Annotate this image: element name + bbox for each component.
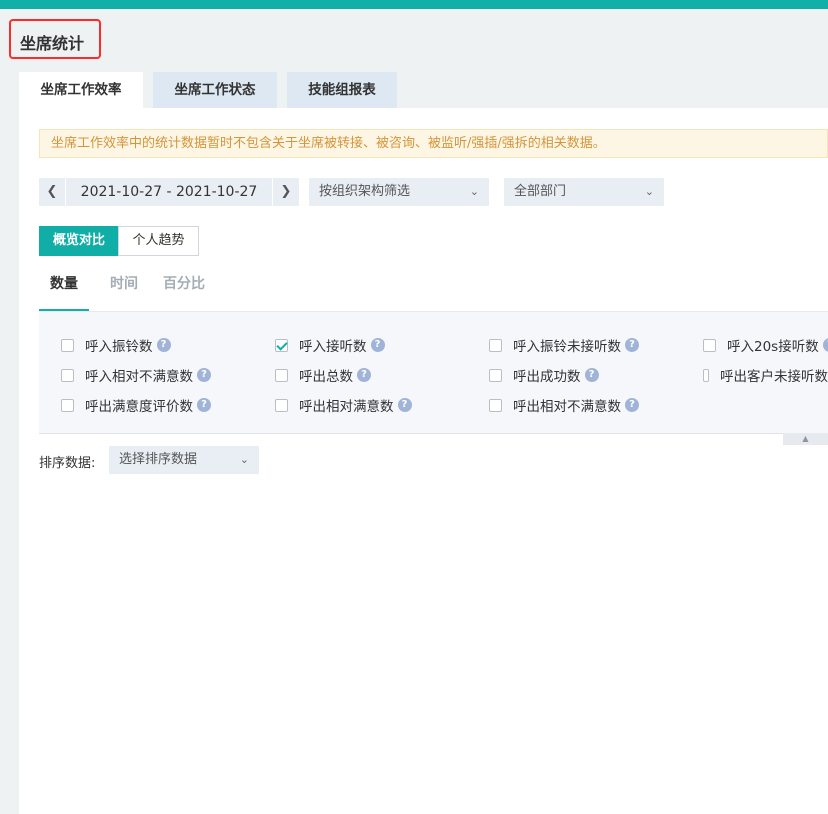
metric-label: 呼入振铃未接听数 (513, 339, 621, 355)
metric-item[interactable]: 呼出总数 ? (275, 365, 371, 385)
overview-compare-button[interactable]: 概览对比 (39, 226, 119, 256)
help-icon[interactable]: ? (397, 398, 412, 412)
page-title: 坐席统计 (20, 34, 85, 53)
subtab-count[interactable]: 数量 (50, 273, 78, 293)
metric-item[interactable]: 呼入振铃未接听数 ? (489, 335, 639, 355)
metric-label: 呼出相对满意数 (299, 399, 394, 415)
metric-label: 呼入振铃数 (85, 339, 153, 355)
tab-agent-efficiency[interactable]: 坐席工作效率 (19, 72, 143, 108)
metric-item[interactable]: 呼入相对不满意数 ? (61, 365, 211, 385)
org-filter-select[interactable]: 按组织架构筛选 ⌄ (309, 178, 489, 206)
metric-label: 呼入接听数 (299, 339, 367, 355)
help-icon[interactable]: ? (625, 398, 639, 412)
chevron-up-icon[interactable]: ▲ (783, 433, 828, 445)
dept-filter-value: 全部部门 (514, 184, 567, 199)
notice-banner: 坐席工作效率中的统计数据暂时不包含关于坐席被转接、被咨询、被监听/强插/强拆的相… (39, 129, 828, 158)
metric-checkbox[interactable] (703, 368, 709, 382)
metric-label: 呼出总数 (299, 369, 353, 385)
metric-checkbox[interactable] (275, 398, 288, 412)
sort-label: 排序数据: (39, 456, 96, 471)
metric-checkbox[interactable] (61, 338, 74, 352)
subtab-percentage[interactable]: 百分比 (163, 273, 205, 293)
help-icon[interactable]: ? (625, 338, 639, 352)
chevron-down-icon: ⌄ (239, 453, 249, 466)
metric-label: 呼入相对不满意数 (85, 369, 193, 385)
metric-item[interactable]: 呼出满意度评价数 ? (61, 395, 211, 415)
help-icon[interactable]: ? (156, 338, 171, 352)
metric-item[interactable]: 呼入20s接听数 ? (703, 335, 828, 355)
metric-checkbox[interactable] (61, 368, 74, 382)
metric-item[interactable]: 呼出成功数 ? (489, 365, 599, 385)
metric-checkbox[interactable] (61, 398, 74, 412)
help-icon[interactable]: ? (197, 368, 211, 382)
chevron-right-icon[interactable]: ❯ (272, 178, 299, 206)
metric-checkbox[interactable] (275, 368, 288, 382)
metric-label: 呼入20s接听数 (727, 339, 819, 355)
date-range-text[interactable]: 2021-10-27 - 2021-10-27 (66, 184, 272, 200)
tab-agent-status[interactable]: 坐席工作状态 (153, 72, 277, 108)
help-icon[interactable]: ? (197, 398, 211, 412)
help-icon[interactable]: ? (584, 368, 599, 382)
personal-trend-button[interactable]: 个人趋势 (118, 226, 199, 256)
metric-label: 呼出成功数 (513, 369, 581, 385)
metric-checkbox[interactable] (489, 338, 502, 352)
metric-label: 呼出客户未接听数 (720, 369, 828, 385)
metric-item[interactable]: 呼入振铃数 ? (61, 335, 171, 355)
dept-filter-select[interactable]: 全部部门 ⌄ (504, 178, 664, 206)
left-gutter (0, 108, 19, 814)
metric-checkbox[interactable] (489, 398, 502, 412)
tab-skill-group-report[interactable]: 技能组报表 (287, 72, 397, 108)
chevron-down-icon: ⌄ (469, 185, 479, 198)
metric-item[interactable]: 呼入接听数 ? (275, 335, 385, 355)
metric-checkbox[interactable] (489, 368, 502, 382)
metric-label: 呼出满意度评价数 (85, 399, 193, 415)
top-accent-bar (0, 0, 828, 9)
metric-item[interactable]: 呼出客户未接听数 (703, 365, 828, 385)
subtab-time[interactable]: 时间 (110, 273, 138, 293)
org-filter-value: 按组织架构筛选 (319, 184, 411, 199)
metric-item[interactable]: 呼出相对满意数 ? (275, 395, 412, 415)
metric-checkbox-checked[interactable] (275, 338, 288, 352)
help-icon[interactable]: ? (822, 338, 828, 352)
metric-checkbox[interactable] (703, 338, 716, 352)
chevron-down-icon: ⌄ (644, 185, 654, 198)
help-icon[interactable]: ? (357, 368, 371, 382)
help-icon[interactable]: ? (370, 338, 385, 352)
sort-select[interactable]: 选择排序数据 ⌄ (109, 446, 259, 474)
sort-placeholder: 选择排序数据 (119, 452, 198, 467)
date-range-picker[interactable]: ❮ 2021-10-27 - 2021-10-27 ❯ (39, 178, 299, 206)
metric-item[interactable]: 呼出相对不满意数 ? (489, 395, 639, 415)
subtab-active-indicator (39, 309, 89, 311)
chevron-left-icon[interactable]: ❮ (39, 178, 66, 206)
metric-label: 呼出相对不满意数 (513, 399, 621, 415)
